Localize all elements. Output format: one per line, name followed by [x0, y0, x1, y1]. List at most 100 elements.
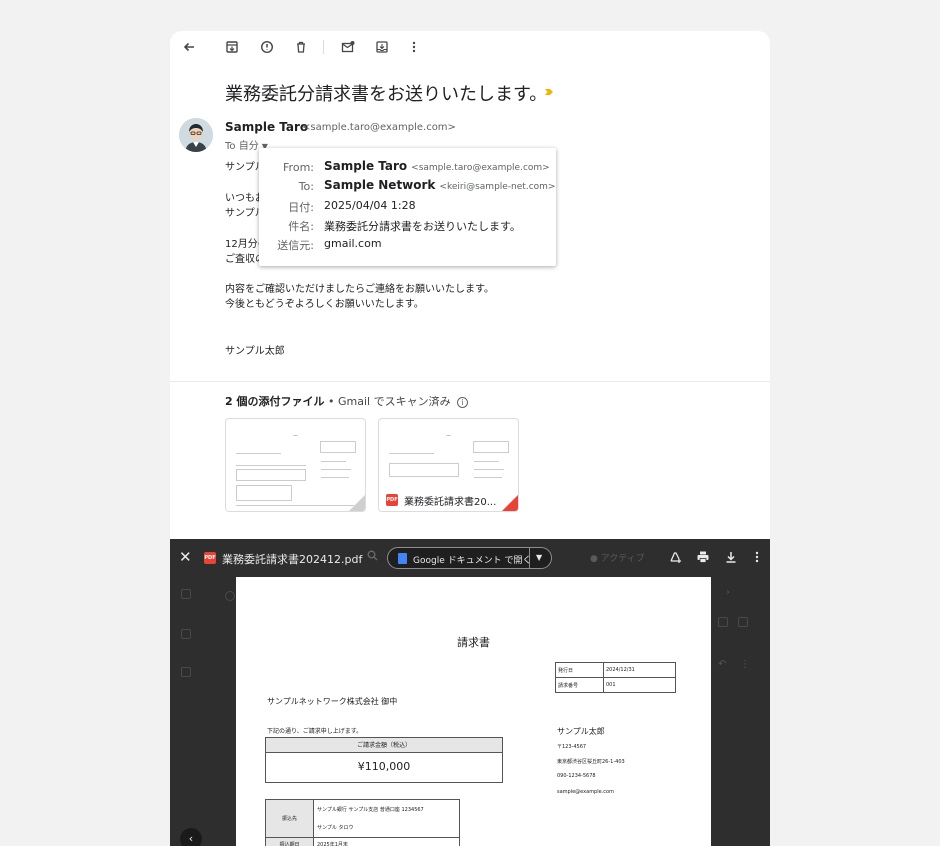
thumbnail-preview-line [474, 461, 499, 462]
thumbnail-preview-box [236, 469, 306, 481]
report-spam-icon[interactable] [260, 40, 274, 54]
email-card: 業務委託分請求書をお送りいたします。 Sample Taro <sample.t… [170, 31, 770, 539]
issuer-email: sample@example.com [557, 789, 614, 795]
mailed-by-value: gmail.com [324, 237, 382, 250]
attachment-filename: 業務委託請求書20... [404, 497, 497, 508]
info-icon[interactable]: i [457, 396, 469, 408]
thumbnail-preview-box [389, 463, 459, 477]
date-value: 2025/04/04 1:28 [324, 199, 416, 212]
print-icon[interactable] [696, 550, 710, 568]
attachment-thumbnail[interactable]: ― [225, 418, 366, 512]
email-toolbar [170, 31, 770, 63]
button-split [529, 548, 530, 568]
table-row: 発行日 2024/12/31 [555, 662, 676, 678]
dimmed-status: ● アクティブ [590, 554, 645, 564]
invoice-meta-table: 発行日 2024/12/31 請求番号 001 [555, 662, 676, 693]
toolbar-separator [323, 40, 324, 54]
bank-line2: サンプル タロウ [313, 818, 460, 838]
mark-unread-icon[interactable] [341, 40, 355, 54]
thumbnail-preview-line [389, 453, 434, 454]
chat-icon [181, 629, 191, 639]
email-subject: 業務委託分請求書をお送りいたします。 [225, 84, 548, 105]
open-with-label: Google ドキュメント で開く [413, 556, 532, 566]
separator-dot: • [327, 395, 335, 408]
from-email: <sample.taro@example.com> [411, 163, 550, 173]
pdf-corner-icon [502, 495, 518, 511]
pdf-viewer-toolbar: ✕ PDF 業務委託請求書202412.pdf Google ドキュメント で開… [170, 539, 770, 577]
meet-icon [181, 667, 191, 677]
add-to-drive-icon[interactable] [668, 550, 682, 568]
body-line: 内容をご確認いただけましたらご連絡をお願いいたします。 [225, 284, 494, 295]
issuer-name: サンプル太郎 [557, 727, 605, 736]
message-details-popup: From: Sample Taro <sample.taro@example.co… [259, 148, 556, 266]
importance-marker-icon[interactable] [544, 87, 554, 97]
open-new-window-icon [738, 617, 748, 627]
bank-info-table: 振込先 サンプル銀行 サンプル支店 普通口座 1234567 サンプル タロウ … [265, 799, 460, 846]
sender-name[interactable]: Sample Taro [225, 120, 308, 134]
invoice-amount-box: ご請求金額（税込） ¥110,000 [265, 737, 503, 783]
caret-down-icon[interactable]: ▼ [536, 553, 542, 562]
thumbnail-preview-line [474, 469, 504, 470]
thumbnail-preview-line [474, 477, 502, 478]
due-value: 2025年1月末 [313, 837, 460, 846]
thumbnail-preview-box [320, 441, 356, 453]
more-vert-icon[interactable] [407, 40, 421, 54]
invoice-recipient: サンプルネットワーク株式会社 御中 [267, 697, 398, 706]
open-with-google-docs-button[interactable]: Google ドキュメント で開く ▼ [387, 547, 552, 569]
invoice-no-value: 001 [603, 677, 676, 693]
close-icon[interactable]: ✕ [179, 549, 192, 565]
thumbnail-preview-line [321, 469, 351, 470]
move-to-icon[interactable] [375, 40, 389, 54]
issue-date-label: 発行日 [555, 662, 604, 678]
pdf-file-icon: PDF [204, 552, 216, 564]
table-row: 振込先 サンプル銀行 サンプル支店 普通口座 1234567 [265, 799, 460, 838]
back-arrow-icon[interactable] [182, 40, 196, 54]
from-label: From: [283, 161, 314, 174]
mailed-by-label: 送信元: [277, 239, 314, 252]
archive-icon[interactable] [225, 40, 239, 54]
thumbnail-preview-line [321, 477, 349, 478]
page-fold-icon [349, 495, 365, 511]
issuer-zip: 〒123-4567 [557, 744, 587, 750]
issuer-address: 東京都渋谷区桜丘町26-1-403 [557, 759, 625, 765]
pdf-viewer-overlay: › ↶ ⋮ ✕ PDF 業務委託請求書202412.pdf Google ドキュ… [170, 539, 770, 846]
thumbnail-preview-title: ― [446, 433, 451, 438]
more-vert-icon[interactable] [754, 550, 760, 568]
to-value: Sample Network <keiri@sample-net.com> [324, 178, 555, 192]
pdf-filename: 業務委託請求書202412.pdf [222, 553, 363, 566]
attachments-header: 2 個の添付ファイル • Gmail でスキャン済み i [225, 393, 469, 409]
expand-icon: › [726, 587, 730, 598]
mail-icon [181, 589, 191, 599]
invoice-intro: 下記の通り、ご請求申し上げます。 [267, 728, 363, 735]
issue-date-value: 2024/12/31 [603, 662, 676, 678]
download-icon[interactable] [724, 550, 738, 568]
attachments-count: 2 個の添付ファイル [225, 395, 325, 408]
amount-label: ご請求金額（税込） [266, 738, 502, 753]
signature: サンプル太郎 [225, 346, 285, 357]
to-email: <keiri@sample-net.com> [439, 182, 556, 192]
delete-icon[interactable] [294, 40, 308, 54]
search-icon [367, 550, 378, 564]
invoice-title: 請求書 [457, 636, 490, 649]
subject-value: 業務委託分請求書をお送りいたします。 [324, 220, 521, 233]
pdf-page: 請求書 発行日 2024/12/31 請求番号 001 サンプルネットワーク株式… [236, 577, 711, 846]
thumbnail-preview-box [473, 441, 509, 453]
google-docs-icon [398, 553, 407, 564]
attachment-thumbnail-pdf[interactable]: ― PDF 業務委託請求書20... [378, 418, 519, 512]
previous-arrow-icon[interactable]: ‹ [180, 828, 202, 846]
from-name: Sample Taro [324, 159, 408, 173]
pdf-file-icon: PDF [386, 494, 398, 506]
body-line: 今後ともどうぞよろしくお願いいたします。 [225, 299, 424, 310]
compose-icon [225, 591, 235, 601]
thumbnail-preview-box [236, 485, 292, 501]
scan-note: Gmail でスキャン済み [337, 395, 451, 408]
subject-label: 件名: [288, 220, 314, 233]
table-row: 振込期日 2025年1月末 [265, 837, 460, 846]
to-name: Sample Network [324, 178, 436, 192]
sender-avatar[interactable] [179, 118, 213, 152]
from-value: Sample Taro <sample.taro@example.com> [324, 159, 550, 173]
invoice-no-label: 請求番号 [555, 677, 604, 693]
date-label: 日付: [288, 201, 314, 214]
table-row: 請求番号 001 [555, 677, 676, 693]
issuer-phone: 090-1234-5678 [557, 773, 596, 779]
